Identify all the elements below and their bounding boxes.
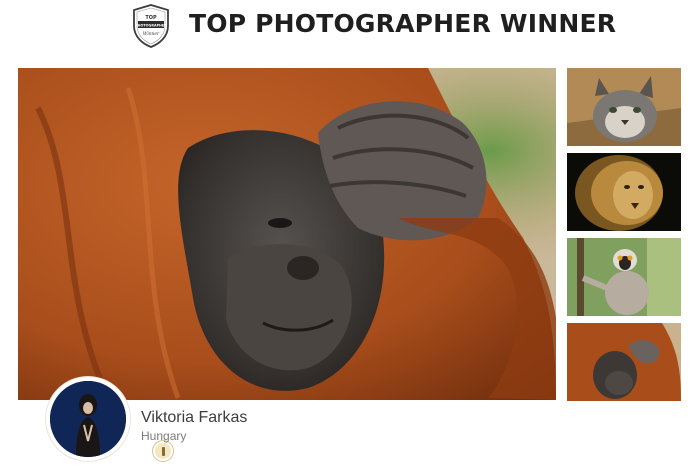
- award-shield-icon: TOP PHOTOGRAPHER Winner: [131, 4, 171, 48]
- thumbnail-lemur[interactable]: [567, 238, 681, 316]
- medal-icon: [153, 441, 173, 461]
- badge-script-text: Winner: [143, 32, 160, 37]
- badge-top-text: TOP: [145, 15, 157, 21]
- thumbnail-lion[interactable]: [567, 153, 681, 231]
- page-header: TOP PHOTOGRAPHER Winner TOP PHOTOGRAPHER…: [0, 0, 700, 58]
- photographer-name[interactable]: Viktoria Farkas: [141, 409, 247, 427]
- thumbnail-lion-image: [567, 153, 681, 231]
- badge-middle-text: PHOTOGRAPHER: [135, 23, 167, 27]
- photographer-info: Viktoria Farkas Hungary: [0, 372, 700, 466]
- thumbnail-lynx-image: [567, 68, 681, 146]
- thumbnail-lemur-image: [567, 238, 681, 316]
- photographer-country: Hungary: [141, 429, 187, 443]
- thumbnail-lynx[interactable]: [567, 68, 681, 146]
- avatar-image: [50, 381, 126, 457]
- featured-photo-orangutan[interactable]: [18, 68, 556, 400]
- page-title: TOP PHOTOGRAPHER WINNER: [189, 9, 617, 38]
- featured-photo-image: [18, 68, 556, 400]
- avatar[interactable]: [46, 377, 173, 461]
